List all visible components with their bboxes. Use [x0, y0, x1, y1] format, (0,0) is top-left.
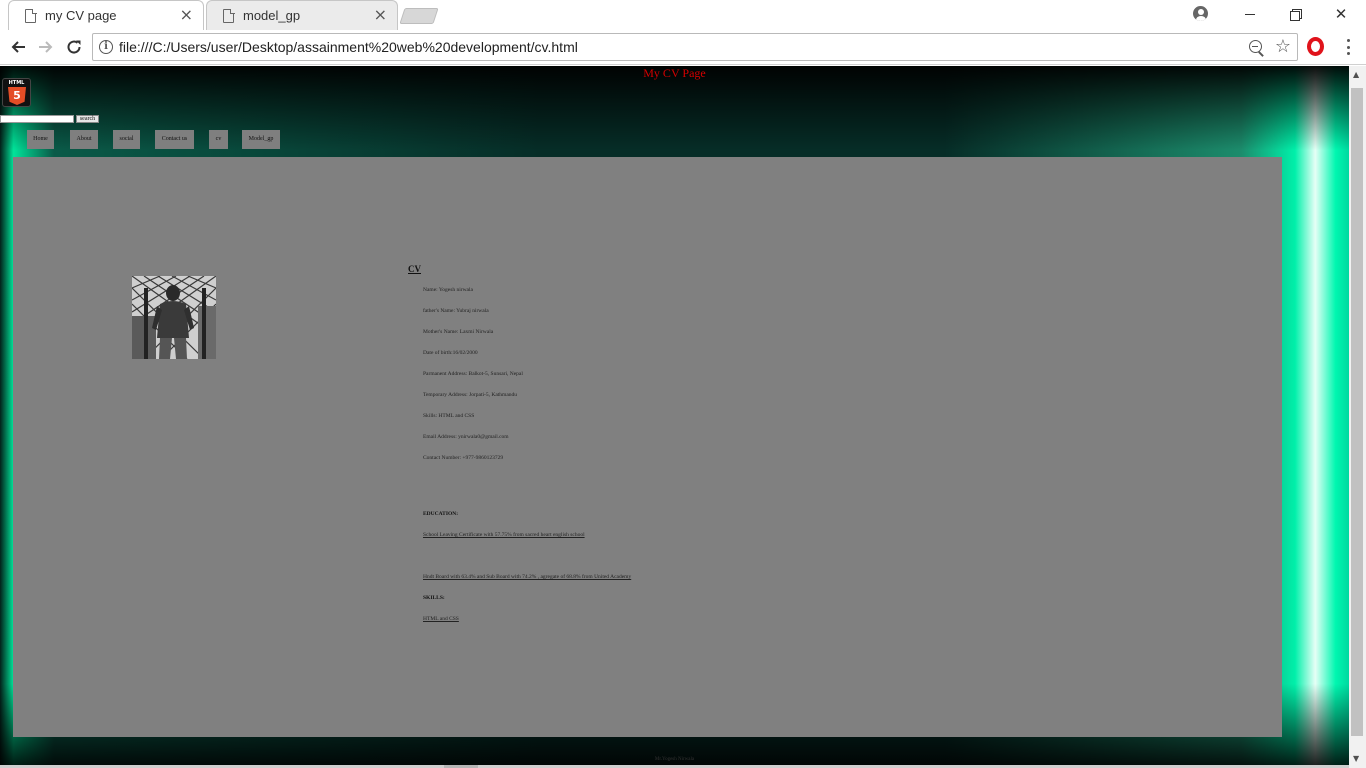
reload-icon: [67, 40, 81, 54]
cv-name: Name: Yogesh nirwala: [423, 287, 473, 293]
page-icon: [223, 8, 235, 23]
page-viewport: My CV Page HTML 5 search Home About soci…: [0, 66, 1349, 768]
cv-permanent-address: Parmanent Address: Balkot-5, Sunsari, Ne…: [423, 371, 523, 377]
page-icon: [25, 8, 37, 23]
tab-strip: my CV page × model_gp × ✕: [0, 0, 1366, 30]
skills-item[interactable]: HTML and CSS: [423, 616, 459, 622]
forward-icon: [39, 41, 53, 53]
nav-home[interactable]: Home: [27, 130, 54, 149]
html5-shield-icon: 5: [8, 87, 26, 105]
restore-icon: [1290, 9, 1302, 21]
scrollbar-thumb[interactable]: [1351, 88, 1363, 736]
opera-icon[interactable]: [1307, 37, 1324, 56]
education-item[interactable]: School Leaving Certificate with 57.75% f…: [423, 532, 585, 538]
account-icon[interactable]: [1193, 6, 1208, 21]
nav-about[interactable]: About: [70, 130, 98, 149]
menu-icon[interactable]: [1340, 37, 1356, 57]
education-item[interactable]: Hndt Board with 63.4% and Sub Board with…: [423, 574, 631, 580]
nav-cv[interactable]: cv: [209, 130, 228, 149]
minimize-icon: [1245, 13, 1255, 15]
page-title: My CV Page: [643, 66, 706, 80]
tab-my-cv-page[interactable]: my CV page ×: [8, 0, 204, 30]
browser-toolbar: i file:///C:/Users/user/Desktop/assainme…: [0, 30, 1366, 65]
search-input[interactable]: [0, 115, 74, 123]
education-heading: EDUCATION:: [423, 511, 459, 517]
nav-contact-us[interactable]: Contact us: [155, 130, 194, 149]
cv-father-name: father's Name: Yubraj nirwala: [423, 308, 489, 314]
cv-date-of-birth: Date of birth:16/02/2000: [423, 350, 478, 356]
cv-temporary-address: Temporary Address: Jorpati-5, Kathmandu: [423, 392, 518, 398]
html5-logo: HTML 5: [2, 78, 31, 107]
tab-title: my CV page: [45, 8, 117, 23]
cv-skills: Skills: HTML and CSS: [423, 413, 475, 419]
address-url[interactable]: file:///C:/Users/user/Desktop/assainment…: [119, 39, 578, 55]
address-bar[interactable]: i file:///C:/Users/user/Desktop/assainme…: [92, 33, 1298, 61]
logo-text: HTML: [8, 80, 25, 86]
cv-contact-number: Contact Number: +977-9860123729: [423, 455, 504, 461]
close-icon[interactable]: ×: [180, 7, 193, 23]
nav-social[interactable]: social: [113, 130, 140, 149]
forward-button[interactable]: [35, 36, 57, 58]
vertical-scrollbar[interactable]: ▲ ▼: [1349, 66, 1366, 768]
search-button[interactable]: search: [76, 115, 99, 123]
back-button[interactable]: [7, 36, 29, 58]
zoom-icon[interactable]: [1249, 40, 1265, 56]
star-icon[interactable]: ☆: [1275, 36, 1291, 58]
close-icon: ✕: [1334, 5, 1348, 23]
scroll-down-icon[interactable]: ▼: [1353, 754, 1359, 763]
restore-button[interactable]: [1272, 0, 1318, 28]
minimize-button[interactable]: [1227, 0, 1273, 28]
new-tab-button[interactable]: [399, 8, 439, 24]
cv-mother-name: Mother's Name: Laxmi Nirwala: [423, 329, 494, 335]
close-window-button[interactable]: ✕: [1318, 0, 1364, 28]
tab-title: model_gp: [243, 8, 301, 23]
reload-button[interactable]: [63, 36, 85, 58]
cv-content-panel: CV Name: Yogesh nirwala father's Name: Y…: [13, 157, 1282, 737]
skills-heading: SKILLS:: [423, 595, 445, 601]
cv-heading: CV: [408, 264, 421, 274]
nav-model-gp[interactable]: Model_gp: [242, 130, 280, 149]
info-icon[interactable]: i: [99, 40, 113, 54]
back-icon: [11, 41, 25, 53]
close-icon[interactable]: ×: [374, 7, 387, 23]
cv-email: Email Address: ynirwala0@gmail.com: [423, 434, 509, 440]
scroll-up-icon[interactable]: ▲: [1353, 70, 1359, 79]
page-footer: Mr.Yogesh Nirwala: [654, 757, 695, 762]
profile-photo: [132, 276, 216, 359]
tab-model-gp[interactable]: model_gp ×: [206, 0, 398, 30]
